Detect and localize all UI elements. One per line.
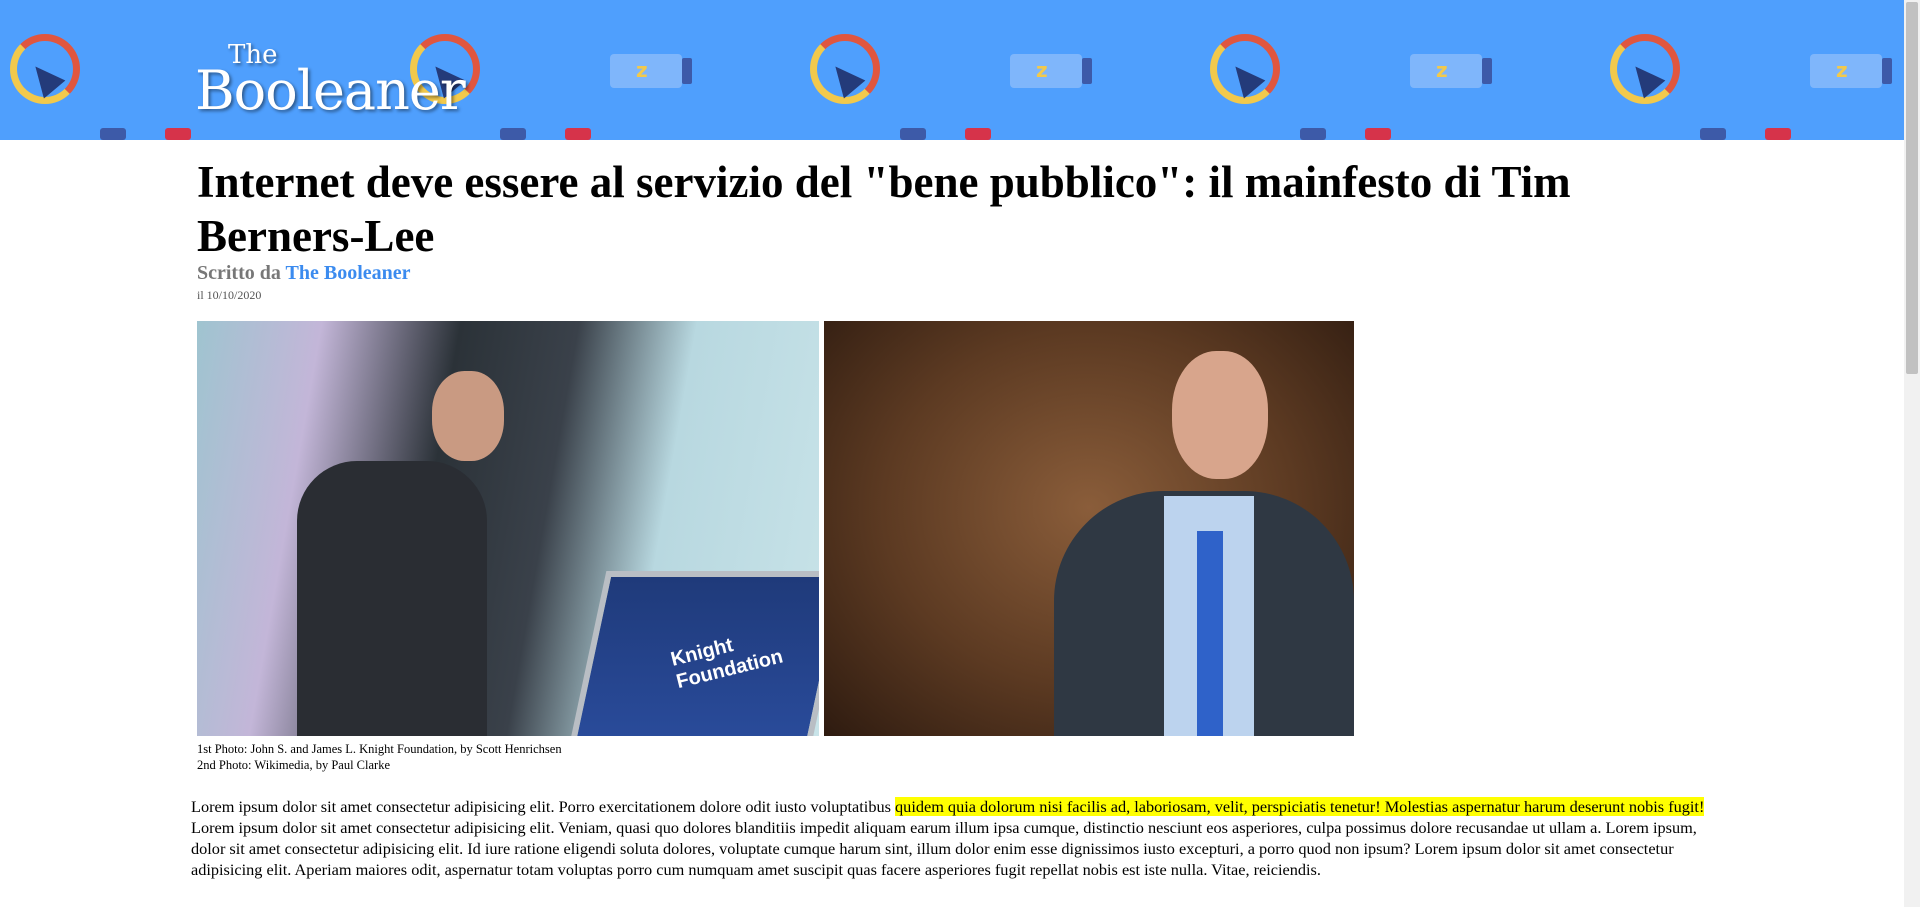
body-text-part-2: Lorem ipsum dolor sit amet consectetur a… <box>191 818 1697 879</box>
chip-icon <box>565 128 591 140</box>
byline-prefix: Scritto da <box>197 262 281 284</box>
chip-icon <box>1765 128 1791 140</box>
photo-speaker-podium: Knight Foundation <box>197 321 819 736</box>
battery-icon: z <box>610 54 692 88</box>
scrollbar-thumb[interactable] <box>1906 2 1918 374</box>
gauge-icon <box>810 34 880 104</box>
chip-icon <box>1700 128 1726 140</box>
battery-icon: z <box>1810 54 1892 88</box>
portrait-head <box>1172 351 1268 479</box>
chip-icon <box>1365 128 1391 140</box>
chip-icon <box>500 128 526 140</box>
photo-portrait <box>824 321 1354 736</box>
chip-icon <box>165 128 191 140</box>
byline: Scritto da The Booleaner <box>197 262 411 285</box>
site-logo[interactable]: The Booleaner <box>195 40 466 122</box>
highlighted-text: quidem quia dolorum nisi facilis ad, lab… <box>895 797 1705 816</box>
caption-line-2: 2nd Photo: Wikimedia, by Paul Clarke <box>197 758 390 772</box>
speaker-body <box>297 461 487 736</box>
publish-date: il 10/10/2020 <box>197 288 262 302</box>
chip-icon <box>1300 128 1326 140</box>
photo-caption: 1st Photo: John S. and James L. Knight F… <box>197 741 562 773</box>
gauge-icon <box>1610 34 1680 104</box>
battery-icon: z <box>1010 54 1092 88</box>
chip-icon <box>965 128 991 140</box>
site-header: z z z z The Booleaner <box>0 0 1904 140</box>
portrait-tie <box>1197 531 1223 736</box>
gauge-icon <box>10 34 80 104</box>
chip-icon <box>900 128 926 140</box>
body-text-part-1: Lorem ipsum dolor sit amet consectetur a… <box>191 797 896 816</box>
caption-line-1: 1st Photo: John S. and James L. Knight F… <box>197 742 562 756</box>
gauge-icon <box>1210 34 1280 104</box>
logo-small-text: The <box>228 40 278 70</box>
speaker-head <box>432 371 504 461</box>
article-body: Lorem ipsum dolor sit amet consectetur a… <box>191 796 1709 880</box>
logo-big-text: Booleaner <box>195 59 466 122</box>
author-link[interactable]: The Booleaner <box>286 262 411 284</box>
battery-icon: z <box>1410 54 1492 88</box>
chip-icon <box>100 128 126 140</box>
page-scrollbar[interactable] <box>1904 0 1920 907</box>
article-title: Internet deve essere al servizio del "be… <box>197 157 1571 261</box>
